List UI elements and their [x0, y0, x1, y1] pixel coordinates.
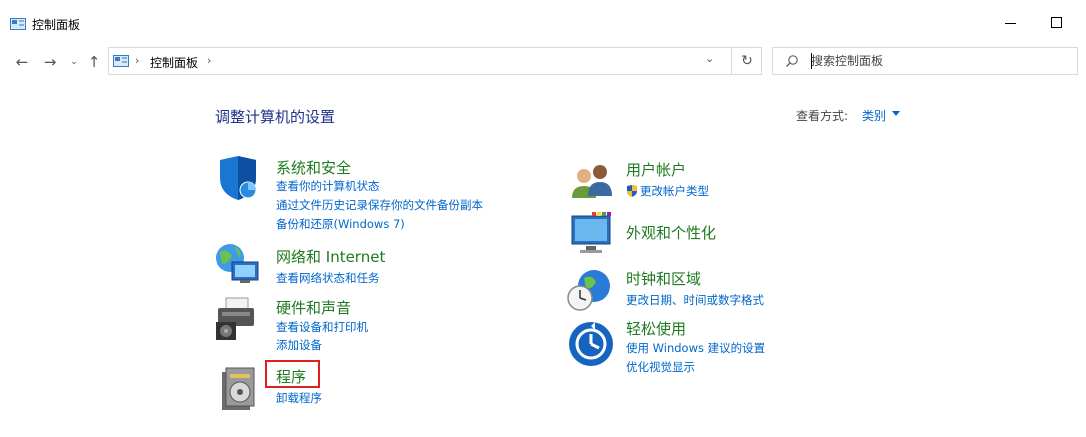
view-by-label: 查看方式: — [796, 109, 849, 123]
link-optimize-visual-display[interactable]: 优化视觉显示 — [626, 359, 695, 375]
shield-icon[interactable] — [214, 154, 262, 202]
view-by-caret-icon[interactable] — [892, 111, 900, 116]
title-bar: 控制面板 — [0, 0, 1086, 48]
address-bar[interactable]: › 控制面板 › ⌄ ↻ — [108, 47, 762, 75]
category-programs[interactable]: 程序 — [276, 366, 306, 387]
programs-disc-icon[interactable] — [216, 366, 264, 414]
uac-shield-icon — [627, 185, 637, 197]
control-panel-icon — [10, 18, 26, 30]
clock-region-icon[interactable] — [566, 266, 614, 314]
view-by-dropdown[interactable]: 类别 — [862, 107, 886, 124]
maximize-button[interactable] — [1046, 12, 1068, 34]
link-change-account-type[interactable]: 更改帐户类型 — [626, 183, 709, 199]
back-arrow-icon[interactable]: ← — [12, 52, 32, 72]
appearance-monitor-icon[interactable] — [568, 210, 616, 258]
control-panel-icon — [113, 55, 129, 67]
search-box[interactable] — [772, 47, 1078, 75]
breadcrumb-separator-icon[interactable]: › — [135, 54, 139, 67]
link-change-account-type-text[interactable]: 更改帐户类型 — [640, 184, 709, 198]
recent-locations-chevron-icon[interactable]: ⌄ — [64, 52, 84, 72]
printer-speaker-icon[interactable] — [214, 296, 262, 344]
link-file-history[interactable]: 通过文件历史记录保存你的文件备份副本 — [276, 197, 483, 213]
breadcrumb-item[interactable]: 控制面板 — [150, 54, 198, 71]
page-title: 调整计算机的设置 — [215, 108, 336, 126]
refresh-icon[interactable]: ↻ — [731, 48, 762, 74]
breadcrumb-separator-icon[interactable]: › — [207, 54, 211, 67]
search-icon — [786, 55, 798, 67]
category-clock-region[interactable]: 时钟和区域 — [626, 268, 701, 289]
category-network-internet[interactable]: 网络和 Internet — [276, 246, 385, 267]
link-backup-restore[interactable]: 备份和还原(Windows 7) — [276, 216, 405, 232]
user-accounts-icon[interactable] — [568, 158, 616, 206]
link-add-device[interactable]: 添加设备 — [276, 337, 322, 353]
search-input[interactable] — [811, 52, 1071, 70]
minimize-button[interactable] — [1000, 12, 1022, 34]
text-cursor — [811, 53, 812, 69]
link-view-computer-status[interactable]: 查看你的计算机状态 — [276, 178, 380, 194]
link-windows-recommended-settings[interactable]: 使用 Windows 建议的设置 — [626, 340, 765, 356]
ease-of-access-icon[interactable] — [567, 320, 615, 368]
category-system-security[interactable]: 系统和安全 — [276, 157, 351, 178]
link-devices-printers[interactable]: 查看设备和打印机 — [276, 319, 368, 335]
category-user-accounts[interactable]: 用户帐户 — [626, 159, 686, 180]
link-network-status[interactable]: 查看网络状态和任务 — [276, 270, 380, 286]
window-title: 控制面板 — [32, 18, 81, 32]
link-change-date-time[interactable]: 更改日期、时间或数字格式 — [626, 292, 764, 308]
category-appearance[interactable]: 外观和个性化 — [626, 222, 716, 243]
category-ease-of-access[interactable]: 轻松使用 — [626, 318, 686, 339]
link-uninstall-program[interactable]: 卸载程序 — [276, 390, 322, 406]
forward-arrow-icon[interactable]: → — [40, 52, 60, 72]
up-arrow-icon[interactable]: ↑ — [84, 52, 104, 72]
network-globe-icon[interactable] — [214, 240, 262, 288]
category-hardware-sound[interactable]: 硬件和声音 — [276, 297, 351, 318]
address-dropdown-icon[interactable]: ⌄ — [705, 52, 714, 65]
